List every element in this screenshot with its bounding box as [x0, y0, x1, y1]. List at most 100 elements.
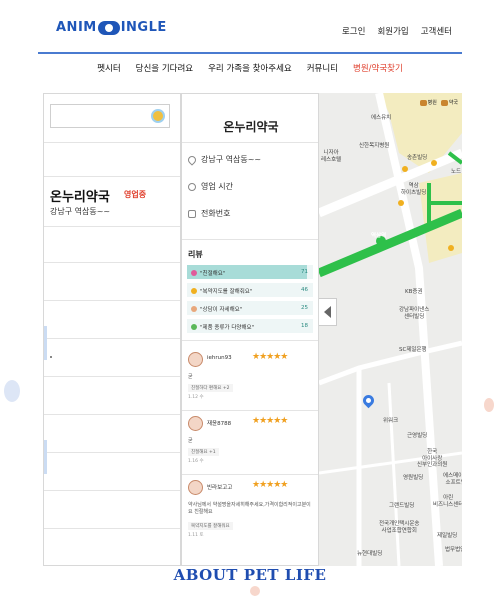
map-place-label[interactable]: 노드: [451, 169, 461, 176]
map-view[interactable]: 역삼역 에스유치 신한목지병원 니자아 레스호텔 송촌빌딩 노드 역삼 하이츠빌딩 KB증권…: [319, 93, 462, 566]
avatar: [188, 416, 203, 431]
review-tag-count: 18: [301, 323, 308, 329]
review-tag-count: 71: [301, 269, 308, 275]
review-keyword: 복약지도를 잘해줘요: [188, 522, 233, 530]
review-tag-list: "친절해요" 71 "복약지도를 잘해줘요" 46 "상담이 자세해요" 25 "제품 종류…: [187, 265, 313, 337]
logo-text-left: ANIM: [56, 20, 97, 35]
detail-phone-label: 전화번호: [201, 209, 231, 218]
divider: [44, 226, 180, 227]
about-heading: ABOUT PET LIFE: [173, 566, 327, 584]
emoji-icon: [191, 306, 197, 312]
map-place-label[interactable]: 강남파이낸스 센터빌딩: [399, 307, 429, 320]
review-tag[interactable]: "복약지도를 잘해줘요" 46: [187, 283, 313, 297]
marker-dot: [50, 356, 52, 358]
scroll-indicator: [44, 326, 47, 360]
nav-item-lost-pets[interactable]: 우리 가족을 찾아주세요: [208, 62, 292, 74]
map-place-label[interactable]: 근영빌딩: [407, 433, 427, 440]
divider: [44, 142, 180, 143]
map-place-label[interactable]: 에스메이지 소프트빌: [443, 473, 462, 486]
star-rating: ★★★★★: [252, 416, 288, 426]
scroll-indicator: [44, 440, 47, 474]
review-username: 빈라보고고: [207, 485, 233, 491]
divider: [44, 176, 180, 177]
result-status-badge: 영업중: [124, 190, 147, 199]
map-legend: 병원 약국: [419, 99, 458, 106]
map-place-label[interactable]: 그랜드빌딩: [389, 503, 414, 510]
review-keyword: 친절해요 +1: [188, 448, 219, 456]
review-tag-label: "복약지도를 잘해줘요": [191, 287, 252, 295]
review-tag-text: "상담이 자세해요": [200, 307, 243, 313]
pharmacy-dog-icon: [440, 99, 448, 106]
review-item: 빈라보고고 ★★★★★ 약사님께서 약설명을자세히해주세요,가격이합리적이고분이요 …: [188, 480, 314, 540]
review-tag-text: "복약지도를 잘해줘요": [200, 289, 253, 295]
map-place-label[interactable]: 역삼 하이츠빌딩: [401, 183, 426, 196]
map-place-label[interactable]: 전국개인택시운송 사업조합연합회: [379, 521, 419, 534]
review-keyword-extra: +2: [222, 386, 230, 391]
nav-item-petsitter[interactable]: 펫시터: [97, 62, 120, 74]
map-place-label[interactable]: SC제일은행: [399, 347, 427, 354]
review-tag[interactable]: "친절해요" 71: [187, 265, 313, 279]
site-logo[interactable]: ANIM INGLE: [56, 20, 167, 35]
emoji-icon: [191, 288, 197, 294]
login-link[interactable]: 로그인: [342, 25, 365, 37]
review-keyword-text: 친절해요: [191, 450, 208, 455]
clock-icon: [188, 182, 196, 191]
paw-deco-icon: [4, 380, 20, 402]
review-username: iehrun93: [207, 355, 232, 361]
divider: [182, 142, 318, 143]
map-place-label[interactable]: 뉴현대빌딩: [357, 551, 382, 558]
avatar: [188, 480, 203, 495]
emoji-icon: [191, 270, 197, 276]
review-text: 약사님께서 약설명을자세히해주세요,가격이합리적이고분이요 친절해요: [188, 502, 311, 515]
legend-pharmacy[interactable]: 약국: [440, 99, 458, 106]
detail-hours-label: 영업 시간: [201, 182, 233, 191]
nav-item-hospital-pharmacy[interactable]: 병원/약국찾기: [353, 62, 403, 74]
map-place-label[interactable]: 영원빌딩: [403, 475, 423, 482]
logo-text-right: INGLE: [120, 20, 167, 35]
map-place-label[interactable]: 에스유치: [371, 115, 391, 122]
map-place-label[interactable]: 제일빌딩: [437, 533, 457, 540]
detail-title: 온누리약국: [223, 120, 279, 134]
divider: [44, 528, 180, 529]
map-place-label[interactable]: 한국 아이사랑 신부인과의원: [417, 449, 447, 469]
nav-item-adoption[interactable]: 당신을 기다려요: [136, 62, 193, 74]
review-tag[interactable]: "상담이 자세해요" 25: [187, 301, 313, 315]
map-place-label[interactable]: 니자아 레스호텔: [321, 150, 341, 163]
chevron-left-icon: [324, 306, 331, 318]
review-item: iehrun93 ★★★★★ 굳 친절하다 편해요 +2 1.12 수: [188, 352, 314, 412]
review-text: 굳: [188, 438, 193, 444]
result-name: 온누리약국: [50, 190, 110, 205]
search-icon[interactable]: [151, 109, 165, 123]
review-date: 1.16 수: [188, 459, 204, 464]
map-place-label[interactable]: 위워크: [383, 418, 398, 425]
divider: [182, 410, 318, 411]
legend-hospital[interactable]: 병원: [419, 99, 437, 106]
logo-paw-icon: [97, 20, 120, 35]
map-place-label[interactable]: 신한목지병원: [359, 143, 389, 150]
review-tag[interactable]: "제품 종류가 다양해요" 18: [187, 319, 313, 333]
divider: [182, 340, 318, 341]
map-place-label[interactable]: 법무법인: [445, 547, 462, 554]
review-username: 재윤8788: [207, 421, 232, 427]
collapse-panel-button[interactable]: [319, 298, 337, 326]
review-tag-label: "친절해요": [191, 269, 225, 277]
nav-item-community[interactable]: 커뮤니티: [307, 62, 338, 74]
review-text: 굳: [188, 374, 193, 380]
review-keyword-text: 복약지도를 잘해줘요: [191, 524, 230, 529]
map-place-label[interactable]: KB증권: [405, 289, 423, 296]
review-item: 재윤8788 ★★★★★ 굳친절해요 +1 1.16 수: [188, 416, 314, 476]
star-rating: ★★★★★: [252, 480, 288, 490]
place-detail-panel: 온누리약국 강남구 역삼동~~ 영업 시간 전화번호 리뷰 "친절해요" 71 "복…: [181, 93, 319, 566]
detail-address: 강남구 역삼동~~: [201, 155, 262, 164]
detail-hours-row: 영업 시간: [188, 181, 233, 192]
review-date: 1.11 토: [188, 533, 204, 538]
support-link[interactable]: 고객센터: [421, 25, 452, 37]
divider: [44, 376, 180, 377]
map-place-label[interactable]: 아린 비즈니스센터: [433, 495, 462, 508]
divider: [182, 239, 318, 240]
signup-link[interactable]: 회원가입: [377, 25, 408, 37]
search-panel: 온누리약국 영업중 강남구 역삼동~~: [43, 93, 181, 566]
search-input[interactable]: [50, 104, 170, 128]
map-place-label[interactable]: 송촌빌딩: [407, 155, 427, 162]
divider: [182, 474, 318, 475]
